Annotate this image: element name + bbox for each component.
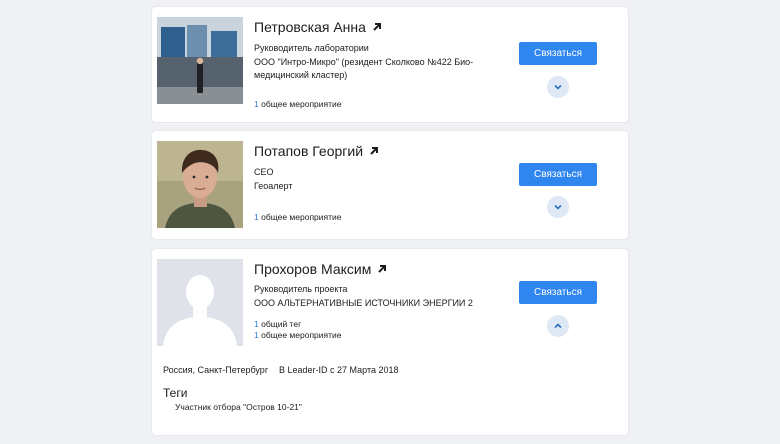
person-location: Россия, Санкт-Петербург bbox=[163, 365, 269, 375]
person-name-link[interactable]: Петровская Анна bbox=[254, 19, 382, 35]
expand-toggle[interactable] bbox=[547, 76, 569, 98]
events-count[interactable]: 1 bbox=[254, 330, 259, 340]
chevron-down-icon bbox=[554, 84, 562, 90]
person-role: Руководитель проекта bbox=[254, 284, 348, 294]
person-organization: ООО АЛЬТЕРНАТИВНЫЕ ИСТОЧНИКИ ЭНЕРГИИ 2 bbox=[254, 298, 473, 308]
events-label: общее мероприятие bbox=[261, 212, 342, 222]
tag-item[interactable]: Участник отбора "Остров 10-21" bbox=[175, 402, 302, 412]
events-label: общее мероприятие bbox=[261, 99, 342, 109]
person-card: Потапов Георгий CEO Геоалерт 1 общее мер… bbox=[152, 131, 628, 239]
chevron-down-icon bbox=[554, 204, 562, 210]
events-count[interactable]: 1 bbox=[254, 99, 259, 109]
tags-count[interactable]: 1 bbox=[254, 319, 259, 329]
common-events[interactable]: 1 общее мероприятие bbox=[254, 211, 342, 223]
person-name[interactable]: Потапов Георгий bbox=[254, 143, 363, 159]
collapse-toggle[interactable] bbox=[547, 315, 569, 337]
person-organization: ООО "Интро-Микро" (резидент Сколково №42… bbox=[254, 57, 474, 80]
contact-button[interactable]: Связаться bbox=[519, 163, 597, 186]
tags-heading: Теги bbox=[163, 386, 188, 400]
person-name-link[interactable]: Прохоров Максим bbox=[254, 261, 387, 277]
person-name[interactable]: Петровская Анна bbox=[254, 19, 366, 35]
events-label: общее мероприятие bbox=[261, 330, 342, 340]
person-role: Руководитель лаборатории bbox=[254, 43, 369, 53]
avatar[interactable] bbox=[157, 17, 243, 104]
avatar-placeholder[interactable] bbox=[157, 259, 243, 346]
member-since: В Leader-ID с 27 Марта 2018 bbox=[279, 365, 399, 375]
person-role: CEO bbox=[254, 167, 274, 177]
external-link-icon[interactable] bbox=[377, 264, 387, 274]
chevron-up-icon bbox=[554, 323, 562, 329]
person-name-link[interactable]: Потапов Георгий bbox=[254, 143, 379, 159]
tags-label: общий тег bbox=[261, 319, 302, 329]
external-link-icon[interactable] bbox=[372, 22, 382, 32]
person-organization: Геоалерт bbox=[254, 181, 293, 191]
contact-button[interactable]: Связаться bbox=[519, 42, 597, 65]
avatar[interactable] bbox=[157, 141, 243, 228]
events-count[interactable]: 1 bbox=[254, 212, 259, 222]
contact-button[interactable]: Связаться bbox=[519, 281, 597, 304]
expand-toggle[interactable] bbox=[547, 196, 569, 218]
person-name[interactable]: Прохоров Максим bbox=[254, 261, 371, 277]
external-link-icon[interactable] bbox=[369, 146, 379, 156]
common-events[interactable]: 1 общее мероприятие bbox=[254, 98, 342, 110]
person-card: Петровская Анна Руководитель лаборатории… bbox=[152, 7, 628, 122]
common-events[interactable]: 1 общее мероприятие bbox=[254, 329, 342, 341]
